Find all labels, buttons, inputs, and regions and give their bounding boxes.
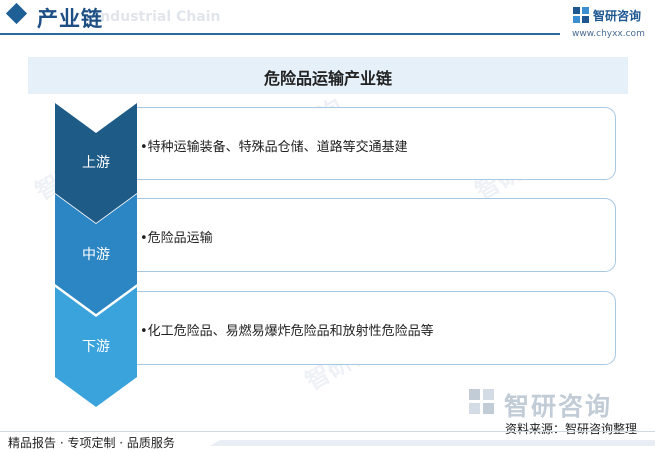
stage-label-midstream: 中游 [82,247,110,263]
chain-banner: 危险品运输产业链 [28,57,628,94]
brand-url: www.chyxx.com [572,29,645,39]
source-note: 资料来源：智研咨询整理 [505,422,638,436]
watermark-logo: 智研咨询 [468,386,648,421]
stage-card-downstream: •化工危险品、易燃易爆炸危险品和放射性危险品等 [125,291,616,365]
stage-content: •化工危险品、易燃易爆炸危险品和放射性危险品等 [140,324,434,339]
diamond-icon [5,2,28,25]
watermark-text: 智研咨询 [504,392,613,421]
chain-title: 危险品运输产业链 [263,69,392,88]
header-subtitle: Industrial Chain [95,9,221,25]
stage-label-upstream: 上游 [82,155,110,171]
page-title: 产业链 [37,7,103,31]
brand: 智研咨询 www.chyxx.com [572,5,652,41]
stage-content: •危险品运输 [140,231,213,246]
stage-card-midstream: •危险品运输 [125,198,616,272]
footer-divider [0,431,655,432]
footer-tagline: 精品报告 · 专项定制 · 品质服务 [8,436,175,450]
stage-label-downstream: 下游 [82,339,110,355]
header-divider [0,33,560,35]
stage-content: •特种运输装备、特殊品仓储、道路等交通基建 [140,140,408,155]
brand-name: 智研咨询 [593,9,642,23]
brand-logo-icon [469,389,494,414]
footer-decoration [210,440,655,446]
page-header: Industrial Chain 产业链 智研咨询 www.chyxx.com [0,0,655,44]
stage-card-upstream: •特种运输装备、特殊品仓储、道路等交通基建 [125,107,616,180]
brand-logo-icon [573,7,589,23]
